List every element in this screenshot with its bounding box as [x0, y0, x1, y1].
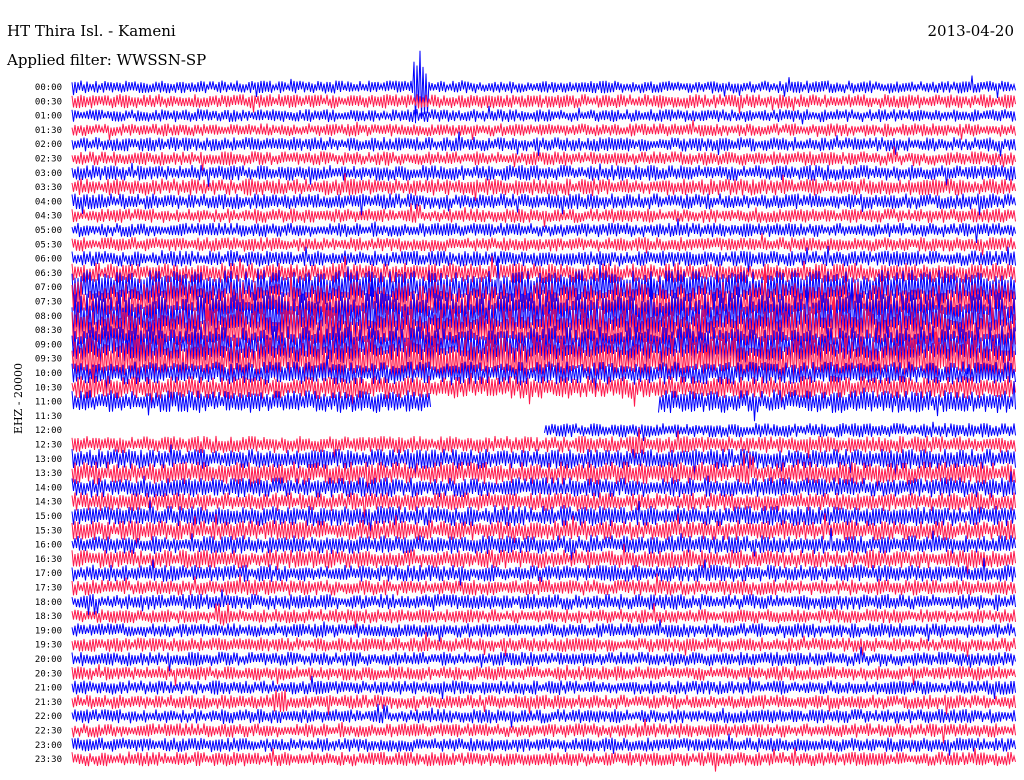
trace-row — [71, 105, 1016, 125]
time-tick-label: 06:30 — [35, 269, 62, 279]
time-tick-label: 06:00 — [35, 255, 62, 265]
trace-row — [71, 233, 1016, 256]
time-tick-label: 19:00 — [35, 626, 62, 636]
time-tick-label: 09:30 — [35, 355, 62, 365]
time-tick-label: 17:30 — [35, 584, 62, 594]
time-tick-label: 17:00 — [35, 569, 62, 579]
time-tick-label: 02:00 — [35, 140, 62, 150]
time-tick-label: 09:00 — [35, 340, 62, 350]
time-tick-label: 02:30 — [35, 155, 62, 165]
time-tick-label: 14:00 — [35, 483, 62, 493]
trace-row — [71, 94, 1016, 114]
time-tick-label: 22:30 — [35, 727, 62, 737]
time-tick-label: 16:00 — [35, 541, 62, 551]
time-tick-label: 01:30 — [35, 126, 62, 136]
time-tick-label: 15:00 — [35, 512, 62, 522]
trace-row — [71, 120, 1016, 141]
time-tick-label: 11:00 — [35, 398, 62, 408]
time-tick-label: 18:00 — [35, 598, 62, 608]
time-tick-label: 20:00 — [35, 655, 62, 665]
time-tick-label: 00:00 — [35, 83, 62, 93]
channel-label: EHZ - 20000 — [12, 363, 25, 434]
trace-layer — [71, 50, 1016, 772]
time-tick-label: 04:30 — [35, 212, 62, 222]
time-tick-label: 23:30 — [35, 755, 62, 765]
time-tick-label: 00:30 — [35, 97, 62, 107]
time-tick-label: 10:30 — [35, 383, 62, 393]
time-tick-label: 08:00 — [35, 312, 62, 322]
time-tick-label: 07:00 — [35, 283, 62, 293]
time-tick-label: 14:30 — [35, 498, 62, 508]
time-tick-label: 05:00 — [35, 226, 62, 236]
time-tick-label: 08:30 — [35, 326, 62, 336]
time-tick-label: 21:30 — [35, 698, 62, 708]
trace-row — [71, 733, 1016, 756]
time-tick-label: 10:00 — [35, 369, 62, 379]
time-tick-label: 12:30 — [35, 441, 62, 451]
time-tick-label: 01:00 — [35, 112, 62, 122]
time-tick-label: 16:30 — [35, 555, 62, 565]
trace-row — [71, 718, 1016, 744]
time-tick-label: 13:30 — [35, 469, 62, 479]
trace-row — [71, 193, 1016, 216]
trace-row — [71, 603, 1016, 628]
time-tick-label: 13:00 — [35, 455, 62, 465]
time-tick-label: 11:30 — [35, 412, 62, 422]
time-tick-label: 18:30 — [35, 612, 62, 622]
time-tick-label: 22:00 — [35, 712, 62, 722]
trace-row — [71, 146, 1016, 171]
time-tick-label: 03:00 — [35, 169, 62, 179]
time-tick-label: 23:00 — [35, 741, 62, 751]
time-axis: 00:00 00:30 01:00 01:30 02:00 02:30 03:00 03:30… — [35, 83, 62, 765]
time-tick-label: 04:00 — [35, 197, 62, 207]
time-tick-label: 20:30 — [35, 669, 62, 679]
time-tick-label: 12:00 — [35, 426, 62, 436]
seismogram-page: HT Thira Isl. - Kameni Applied filter: W… — [0, 0, 1024, 780]
trace-row — [71, 675, 1016, 700]
time-tick-label: 15:30 — [35, 526, 62, 536]
time-tick-label: 05:30 — [35, 240, 62, 250]
time-tick-label: 03:30 — [35, 183, 62, 193]
time-tick-label: 21:00 — [35, 684, 62, 694]
time-tick-label: 07:30 — [35, 298, 62, 308]
time-tick-label: 19:30 — [35, 641, 62, 651]
trace-row — [71, 589, 1016, 616]
helicorder-plot: 00:00 00:30 01:00 01:30 02:00 02:30 03:00 03:30… — [35, 50, 1016, 772]
trace-row — [71, 747, 1016, 772]
